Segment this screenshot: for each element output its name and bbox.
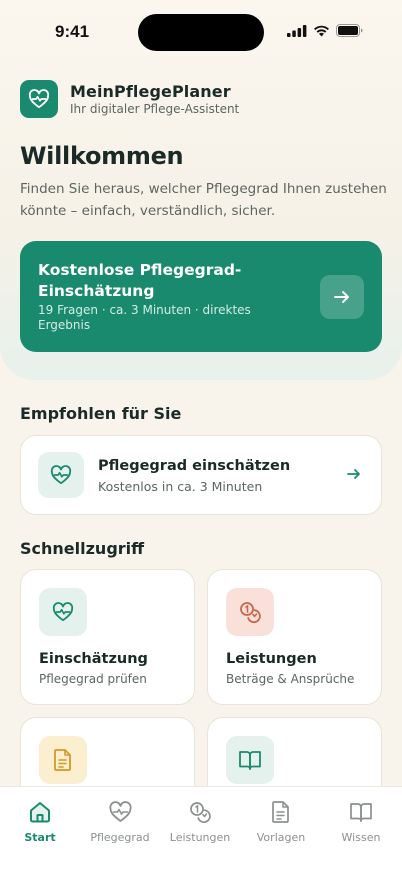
quick-access-card-benefits[interactable]: Leistungen Beträge & Ansprüche bbox=[207, 569, 382, 705]
status-time: 9:41 bbox=[55, 22, 90, 41]
wifi-icon bbox=[314, 25, 329, 36]
tab-leistungen[interactable]: Leistungen bbox=[160, 799, 240, 844]
quick-access-icon-tile bbox=[39, 736, 87, 784]
tab-label: Wissen bbox=[341, 831, 381, 844]
quick-access-card-title: Leistungen bbox=[226, 651, 317, 667]
arrow-right-icon bbox=[334, 291, 349, 303]
book-icon bbox=[350, 803, 372, 822]
status-bar: 9:41 bbox=[0, 0, 402, 58]
quick-access-section-title: Schnellzugriff bbox=[20, 539, 145, 558]
tab-label: Leistungen bbox=[169, 831, 231, 844]
assessment-cta-card[interactable]: Kostenlose Pflegegrad-Einschätzung 19 Fr… bbox=[20, 241, 382, 352]
heart-pulse-icon bbox=[50, 465, 72, 485]
quick-access-icon-tile bbox=[39, 588, 87, 636]
document-icon bbox=[54, 749, 71, 771]
heart-pulse-icon bbox=[108, 801, 132, 822]
welcome-subtitle: Finden Sie heraus, welcher Pflegegrad Ih… bbox=[20, 181, 387, 219]
home-icon bbox=[30, 802, 50, 823]
dynamic-island bbox=[138, 14, 264, 51]
tab-label: Start bbox=[24, 831, 56, 844]
tab-pflegegrad[interactable]: Pflegegrad bbox=[80, 799, 160, 844]
app-tagline: Ihr digitaler Pflege-Assistent bbox=[70, 102, 240, 116]
tab-wissen[interactable]: Wissen bbox=[321, 799, 401, 844]
cta-title: Kostenlose Pflegegrad-Einschätzung bbox=[38, 261, 242, 300]
heart-pulse-icon bbox=[28, 89, 50, 109]
book-icon bbox=[239, 751, 261, 770]
quick-access-icon-tile bbox=[226, 588, 274, 636]
tab-label: Vorlagen bbox=[256, 831, 306, 844]
coins-icon bbox=[240, 602, 261, 624]
battery-icon bbox=[336, 24, 363, 37]
quick-access-card-assessment[interactable]: Einschätzung Pflegegrad prüfen bbox=[20, 569, 195, 705]
quick-access-icon-tile bbox=[226, 736, 274, 784]
cta-arrow-button[interactable] bbox=[320, 275, 364, 319]
recommended-card[interactable]: Pflegegrad einschätzen Kostenlos in ca. … bbox=[20, 435, 382, 515]
recommended-card-subtitle: Kostenlos in ca. 3 Minuten bbox=[98, 479, 263, 494]
recommended-icon-tile bbox=[38, 452, 84, 498]
recommended-card-title: Pflegegrad einschätzen bbox=[98, 458, 291, 474]
app-logo bbox=[20, 80, 58, 118]
quick-access-card-title: Einschätzung bbox=[39, 651, 148, 667]
document-icon bbox=[272, 801, 289, 823]
cellular-signal-icon bbox=[287, 24, 307, 37]
recommended-section-title: Empfohlen für Sie bbox=[20, 404, 182, 423]
arrow-right-icon bbox=[347, 469, 360, 479]
quick-access-card-subtitle: Beträge & Ansprüche bbox=[226, 672, 355, 686]
coins-icon bbox=[190, 802, 211, 824]
quick-access-card-subtitle: Pflegegrad prüfen bbox=[39, 672, 147, 686]
app-name: MeinPflegePlaner bbox=[70, 82, 231, 101]
cta-subtitle: 19 Fragen · ca. 3 Minuten · direktes Erg… bbox=[38, 303, 251, 332]
page-title: Willkommen bbox=[20, 142, 184, 170]
heart-pulse-icon bbox=[52, 602, 74, 622]
brand-header: MeinPflegePlaner Ihr digitaler Pflege-As… bbox=[20, 80, 239, 118]
tab-label: Pflegegrad bbox=[90, 831, 150, 844]
tab-vorlagen[interactable]: Vorlagen bbox=[241, 799, 321, 844]
tab-start[interactable]: Start bbox=[0, 799, 80, 844]
status-icons bbox=[287, 24, 363, 37]
bottom-tab-bar: Start Pflegegrad Leistungen Vorlagen Wis… bbox=[0, 786, 402, 874]
